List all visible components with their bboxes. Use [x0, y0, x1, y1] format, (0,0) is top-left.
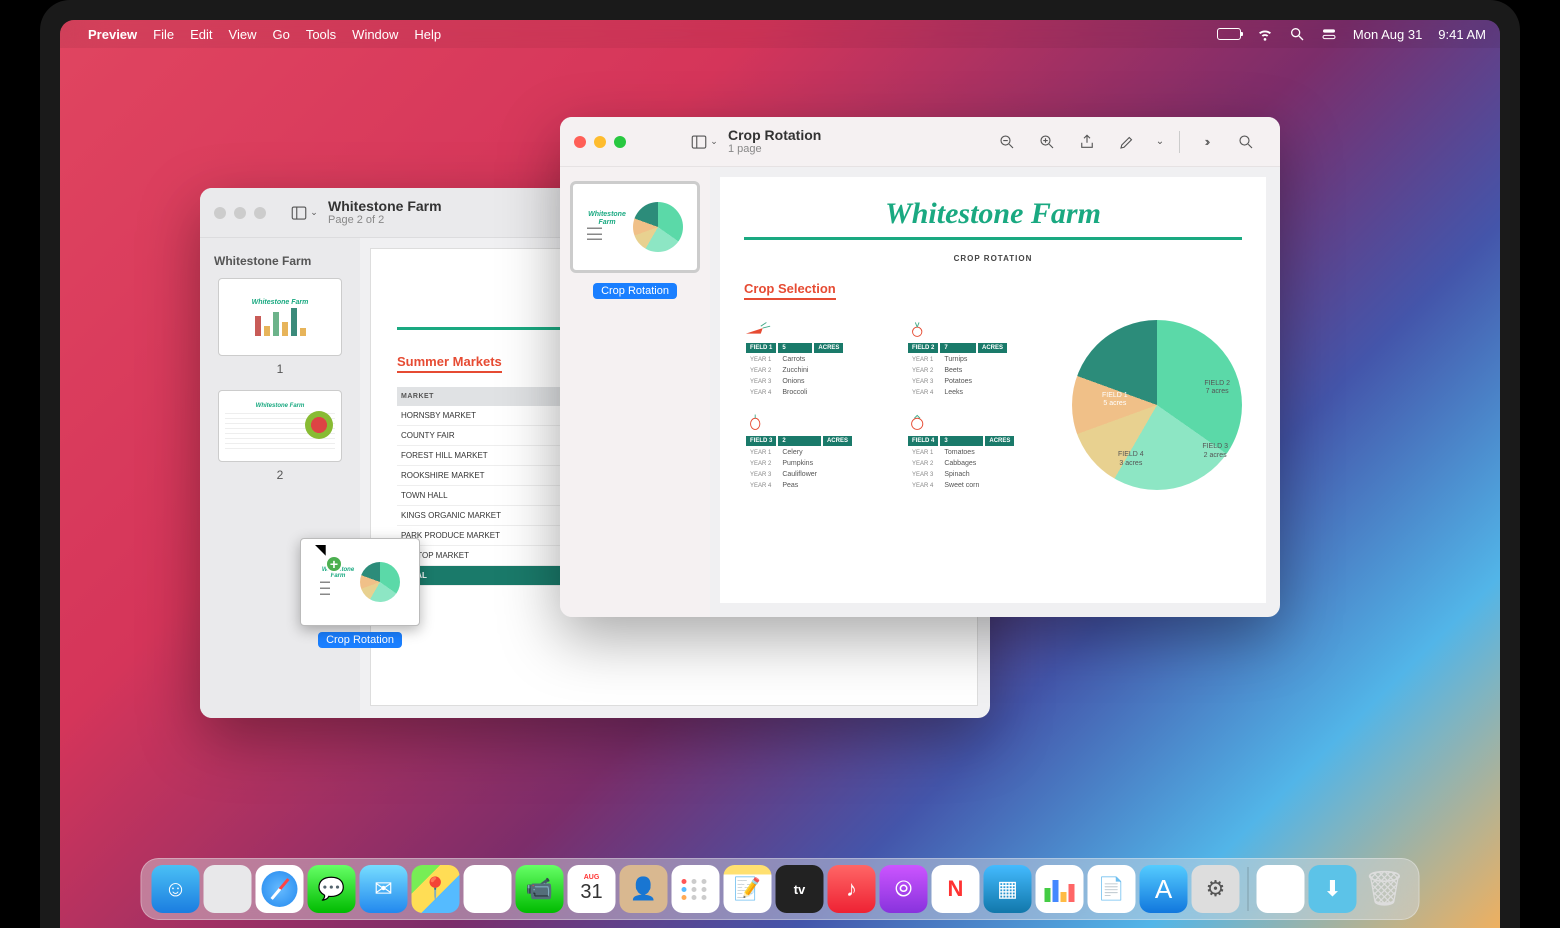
window-subtitle: 1 page — [728, 143, 821, 156]
dragged-thumbnail[interactable]: Whitestone Farm ▬▬▬▬▬▬ + ◥ Crop Rotation — [300, 538, 420, 648]
menu-view[interactable]: View — [229, 27, 257, 42]
doc-subtitle: CROP ROTATION — [744, 254, 1242, 263]
cursor-icon: ◥ — [315, 541, 326, 558]
zoom-button[interactable] — [614, 136, 626, 148]
window-subtitle: Page 2 of 2 — [328, 214, 442, 227]
wifi-icon[interactable] — [1257, 26, 1273, 42]
page-thumbnail-selected[interactable]: Whitestone Farm ▬▬▬▬▬▬▬▬▬ — [570, 181, 700, 273]
dock-pages-icon[interactable]: 📄 — [1088, 865, 1136, 913]
pie-label-field4: FIELD 43 acres — [1118, 451, 1144, 468]
sidebar-toggle-button[interactable]: ⌄ — [290, 199, 318, 227]
menubar-time[interactable]: 9:41 AM — [1438, 27, 1486, 42]
zoom-in-button[interactable] — [1033, 128, 1061, 156]
menu-tools[interactable]: Tools — [306, 27, 336, 42]
field-2-table: FIELD 27ACRES YEAR 1Turnips YEAR 2Beets … — [906, 320, 1054, 399]
field-1-table: FIELD 15ACRES YEAR 1Carrots YEAR 2Zucchi… — [744, 320, 892, 399]
menu-window[interactable]: Window — [352, 27, 398, 42]
minimize-button[interactable] — [234, 207, 246, 219]
dock-trash-icon[interactable]: 🗑 — [1361, 865, 1409, 913]
dock-notes-icon[interactable]: 📝 — [724, 865, 772, 913]
dock: ☺ 💬 ✉ 📍 ❀ 📹 AUG31 👤 📝 tv ♪ ⦾ N ▦ 📄 A ⚙ 🖼… — [141, 858, 1420, 920]
section-heading: Crop Selection — [744, 281, 836, 300]
control-center-icon[interactable] — [1321, 26, 1337, 42]
menubar-date[interactable]: Mon Aug 31 — [1353, 27, 1422, 42]
close-button[interactable] — [574, 136, 586, 148]
dock-messages-icon[interactable]: 💬 — [308, 865, 356, 913]
dock-facetime-icon[interactable]: 📹 — [516, 865, 564, 913]
page-thumbnail-2[interactable]: Whitestone Farm — [218, 390, 342, 462]
tomato-icon — [906, 413, 934, 431]
app-name[interactable]: Preview — [88, 27, 137, 42]
titlebar[interactable]: ⌄ Crop Rotation 1 page ⌄ ›› — [560, 117, 1280, 167]
page-number-1: 1 — [210, 362, 350, 376]
dock-downloads-icon[interactable]: ⬇ — [1309, 865, 1357, 913]
pie-label-field3: FIELD 32 acres — [1202, 443, 1228, 460]
dock-news-icon[interactable]: N — [932, 865, 980, 913]
dock-music-icon[interactable]: ♪ — [828, 865, 876, 913]
preview-window-foreground: ⌄ Crop Rotation 1 page ⌄ ›› Whitestone F… — [560, 117, 1280, 617]
field-4-table: FIELD 43ACRES YEAR 1Tomatoes YEAR 2Cabba… — [906, 413, 1054, 492]
dock-preview-icon[interactable]: 🖼 — [1257, 865, 1305, 913]
more-button[interactable]: ›› — [1192, 128, 1220, 156]
close-button[interactable] — [214, 207, 226, 219]
window-title: Crop Rotation — [728, 127, 821, 144]
search-button[interactable] — [1232, 128, 1260, 156]
menubar: Preview File Edit View Go Tools Window H… — [60, 20, 1500, 48]
radish-icon — [906, 320, 934, 338]
dock-launchpad-icon[interactable] — [204, 865, 252, 913]
menu-file[interactable]: File — [153, 27, 174, 42]
dock-tv-icon[interactable]: tv — [776, 865, 824, 913]
minimize-button[interactable] — [594, 136, 606, 148]
dock-safari-icon[interactable] — [256, 865, 304, 913]
dock-contacts-icon[interactable]: 👤 — [620, 865, 668, 913]
drag-label: Crop Rotation — [318, 632, 402, 648]
dock-mail-icon[interactable]: ✉ — [360, 865, 408, 913]
pie-label-field2: FIELD 27 acres — [1204, 380, 1230, 397]
dock-maps-icon[interactable]: 📍 — [412, 865, 460, 913]
acreage-pie-chart: FIELD 15 acres FIELD 27 acres FIELD 32 a… — [1072, 320, 1242, 490]
markup-menu-chevron-icon[interactable]: ⌄ — [1153, 128, 1167, 156]
doc-title: Whitestone Farm — [744, 197, 1242, 231]
menu-go[interactable]: Go — [272, 27, 289, 42]
page-thumbnail-1[interactable]: Whitestone Farm — [218, 278, 342, 356]
add-badge-icon: + — [325, 555, 343, 573]
dock-settings-icon[interactable]: ⚙ — [1192, 865, 1240, 913]
field-3-table: FIELD 32ACRES YEAR 1Celery YEAR 2Pumpkin… — [744, 413, 892, 492]
dock-appstore-icon[interactable]: A — [1140, 865, 1188, 913]
pie-label-field1: FIELD 15 acres — [1102, 392, 1128, 409]
battery-icon[interactable] — [1217, 28, 1241, 40]
dock-reminders-icon[interactable] — [672, 865, 720, 913]
menu-help[interactable]: Help — [414, 27, 441, 42]
thumbnail-label: Crop Rotation — [593, 283, 677, 299]
thumbnail-sidebar: Whitestone Farm ▬▬▬▬▬▬▬▬▬ Crop Rotation — [560, 167, 710, 617]
carrot-icon — [744, 320, 772, 338]
dock-calendar-icon[interactable]: AUG31 — [568, 865, 616, 913]
dock-finder-icon[interactable]: ☺ — [152, 865, 200, 913]
section-heading: Summer Markets — [397, 354, 502, 373]
dock-photos-icon[interactable]: ❀ — [464, 865, 512, 913]
dock-numbers-icon[interactable] — [1036, 865, 1084, 913]
sidebar-header: Whitestone Farm — [214, 254, 346, 268]
window-title: Whitestone Farm — [328, 198, 442, 215]
sidebar-toggle-button[interactable]: ⌄ — [690, 128, 718, 156]
page-number-2: 2 — [210, 468, 350, 482]
spotlight-icon[interactable] — [1289, 26, 1305, 42]
menu-edit[interactable]: Edit — [190, 27, 212, 42]
zoom-button[interactable] — [254, 207, 266, 219]
dock-keynote-icon[interactable]: ▦ — [984, 865, 1032, 913]
dock-separator — [1248, 867, 1249, 911]
dock-podcasts-icon[interactable]: ⦾ — [880, 865, 928, 913]
document-page: Whitestone Farm CROP ROTATION Crop Selec… — [720, 177, 1266, 603]
onion-icon — [744, 413, 772, 431]
share-button[interactable] — [1073, 128, 1101, 156]
markup-button[interactable] — [1113, 128, 1141, 156]
zoom-out-button[interactable] — [993, 128, 1021, 156]
